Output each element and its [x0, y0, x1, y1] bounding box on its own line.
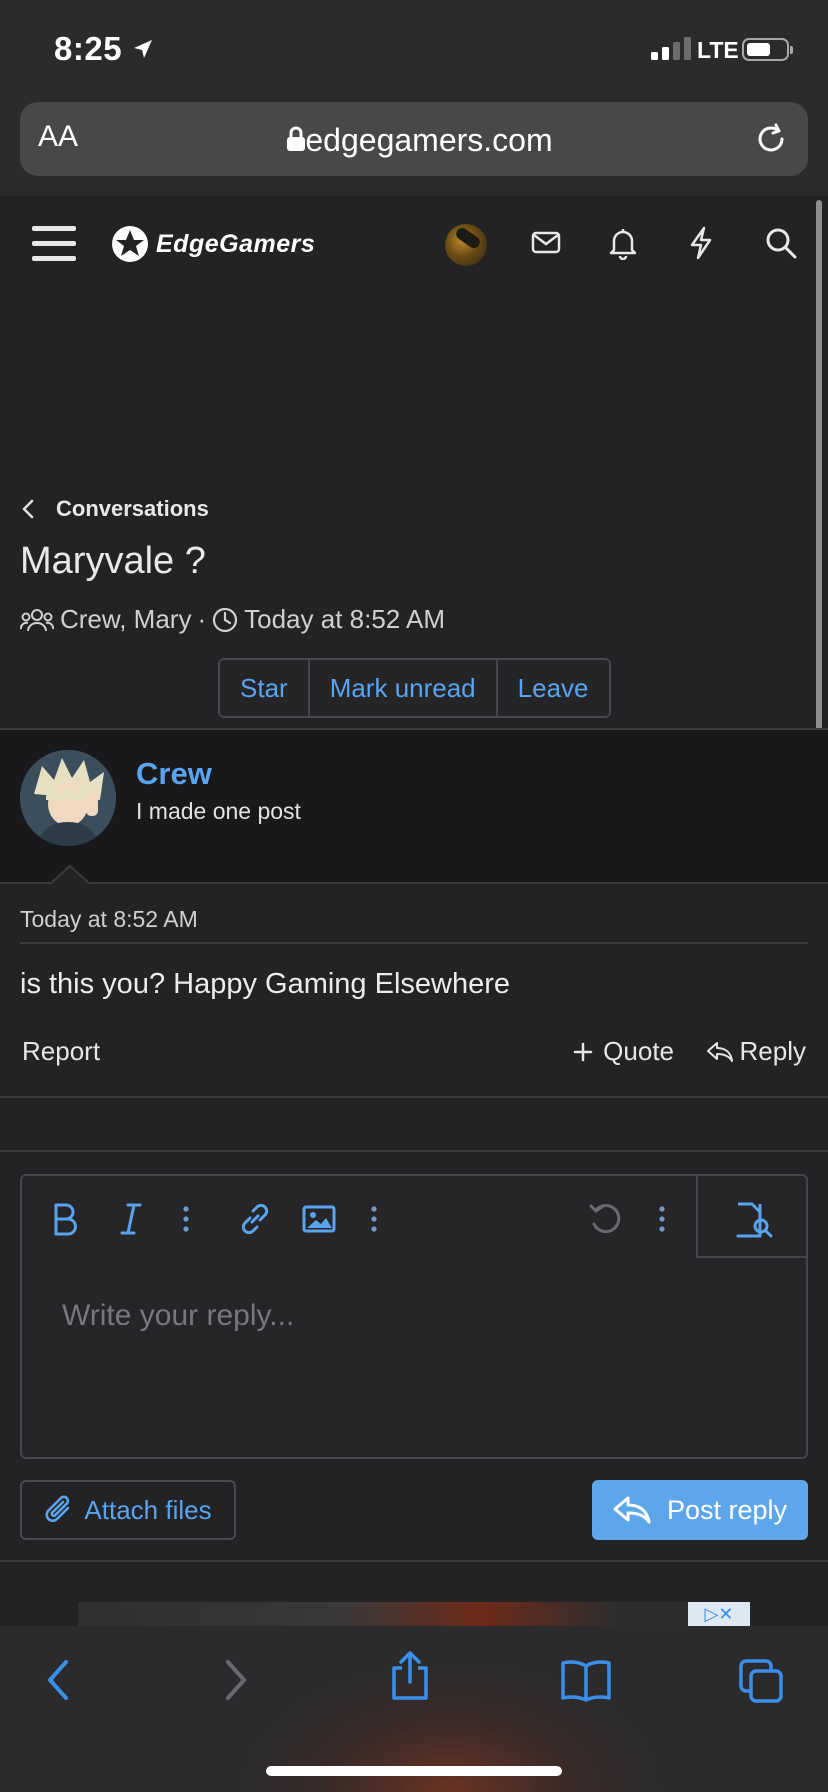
browser-address-area: AA edgegamers.com — [0, 100, 828, 196]
image-icon[interactable] — [302, 1202, 336, 1236]
battery-icon — [742, 38, 793, 61]
user-avatar[interactable] — [20, 750, 116, 846]
reply-editor — [20, 1174, 808, 1459]
reply-arrow-icon — [613, 1496, 651, 1524]
star-logo-icon — [112, 226, 148, 262]
participants[interactable]: Crew, Mary — [60, 604, 191, 635]
site-logo[interactable]: EdgeGamers — [110, 224, 315, 264]
home-indicator[interactable] — [266, 1766, 562, 1776]
clock-icon — [213, 607, 238, 632]
message-bottom-divider — [0, 1096, 828, 1098]
conversation-actions: Star Mark unread Leave — [218, 658, 611, 718]
message-user-title: I made one post — [136, 798, 301, 824]
toolbar-separator-h — [696, 1256, 808, 1258]
paperclip-icon — [45, 1495, 70, 1522]
logo-text: EdgeGamers — [156, 229, 316, 258]
star-button[interactable]: Star — [220, 660, 310, 716]
reload-icon[interactable] — [754, 122, 788, 156]
message-username[interactable]: Crew — [136, 756, 212, 792]
message-actions: Report Quote Reply — [22, 1036, 808, 1076]
share-icon[interactable] — [388, 1650, 432, 1702]
network-type: LTE — [697, 37, 739, 63]
conversation-meta: Crew, Mary · Today at 8:52 AM — [20, 604, 445, 635]
ad-marker-label: ▷✕ — [704, 1603, 734, 1624]
bookmarks-icon[interactable] — [560, 1658, 612, 1702]
cellular-signal-icon — [651, 36, 691, 60]
post-reply-label: Post reply — [666, 1494, 788, 1525]
breadcrumb-label: Conversations — [56, 496, 209, 521]
address-bar[interactable]: AA edgegamers.com — [20, 102, 808, 176]
users-icon — [20, 608, 54, 631]
menu-icon[interactable] — [32, 226, 76, 262]
mark-unread-button[interactable]: Mark unread — [309, 660, 498, 716]
message-pointer — [50, 864, 90, 884]
reply-button[interactable]: Reply — [706, 1036, 806, 1067]
preview-icon[interactable] — [734, 1202, 774, 1238]
conversation-date: Today at 8:52 AM — [244, 604, 446, 634]
message-user-info: Crew I made one post — [0, 730, 828, 882]
reply-icon — [706, 1041, 733, 1062]
italic-icon[interactable] — [120, 1202, 142, 1236]
more-insert-icon[interactable] — [370, 1202, 378, 1236]
quote-label: Quote — [603, 1036, 674, 1066]
message-divider — [0, 882, 828, 884]
message-date[interactable]: Today at 8:52 AM — [20, 906, 198, 933]
reply-input[interactable] — [42, 1286, 682, 1346]
bolt-icon[interactable] — [686, 226, 716, 260]
status-time: 8:25 — [54, 30, 123, 67]
page-title: Maryvale ? — [20, 540, 206, 582]
chevron-left-icon — [22, 499, 34, 519]
reply-label: Reply — [739, 1036, 806, 1066]
account-avatar[interactable] — [445, 224, 487, 266]
quote-button[interactable]: Quote — [573, 1036, 674, 1067]
attach-files-button[interactable]: Attach files — [20, 1480, 236, 1540]
undo-icon[interactable] — [588, 1202, 624, 1236]
report-link[interactable]: Report — [22, 1036, 100, 1067]
inbox-icon[interactable] — [530, 226, 562, 258]
site-header: EdgeGamers — [0, 196, 818, 292]
link-icon[interactable] — [238, 1202, 272, 1236]
url-label: edgegamers.com — [305, 122, 553, 158]
forward-icon[interactable] — [222, 1658, 250, 1702]
message-header-separator — [20, 942, 808, 944]
url-text[interactable]: edgegamers.com — [20, 122, 808, 159]
user-avatar-image — [20, 750, 116, 846]
ad-choices-icon[interactable]: ▷✕ — [688, 1602, 750, 1626]
status-bar: 8:25 LTE — [0, 0, 828, 100]
more-formatting-icon[interactable] — [182, 1202, 190, 1236]
leave-button[interactable]: Leave — [497, 660, 609, 716]
more-options-icon[interactable] — [658, 1202, 666, 1236]
advertisement-banner[interactable] — [78, 1602, 750, 1626]
toolbar-separator — [696, 1176, 698, 1258]
editor-top-divider — [0, 1150, 828, 1152]
search-icon[interactable] — [764, 226, 798, 260]
bell-icon[interactable] — [607, 226, 639, 260]
plus-icon — [573, 1042, 593, 1061]
post-reply-button[interactable]: Post reply — [592, 1480, 808, 1540]
attach-files-label: Attach files — [84, 1494, 212, 1525]
breadcrumb[interactable]: Conversations — [22, 496, 209, 522]
message-body: is this you? Happy Gaming Elsewhere — [20, 968, 511, 1000]
tabs-icon[interactable] — [738, 1658, 784, 1704]
location-arrow-icon — [134, 40, 152, 58]
meta-separator: · — [197, 604, 207, 634]
back-icon[interactable] — [44, 1658, 72, 1702]
bold-icon[interactable] — [52, 1202, 78, 1236]
footer-divider — [0, 1560, 828, 1562]
